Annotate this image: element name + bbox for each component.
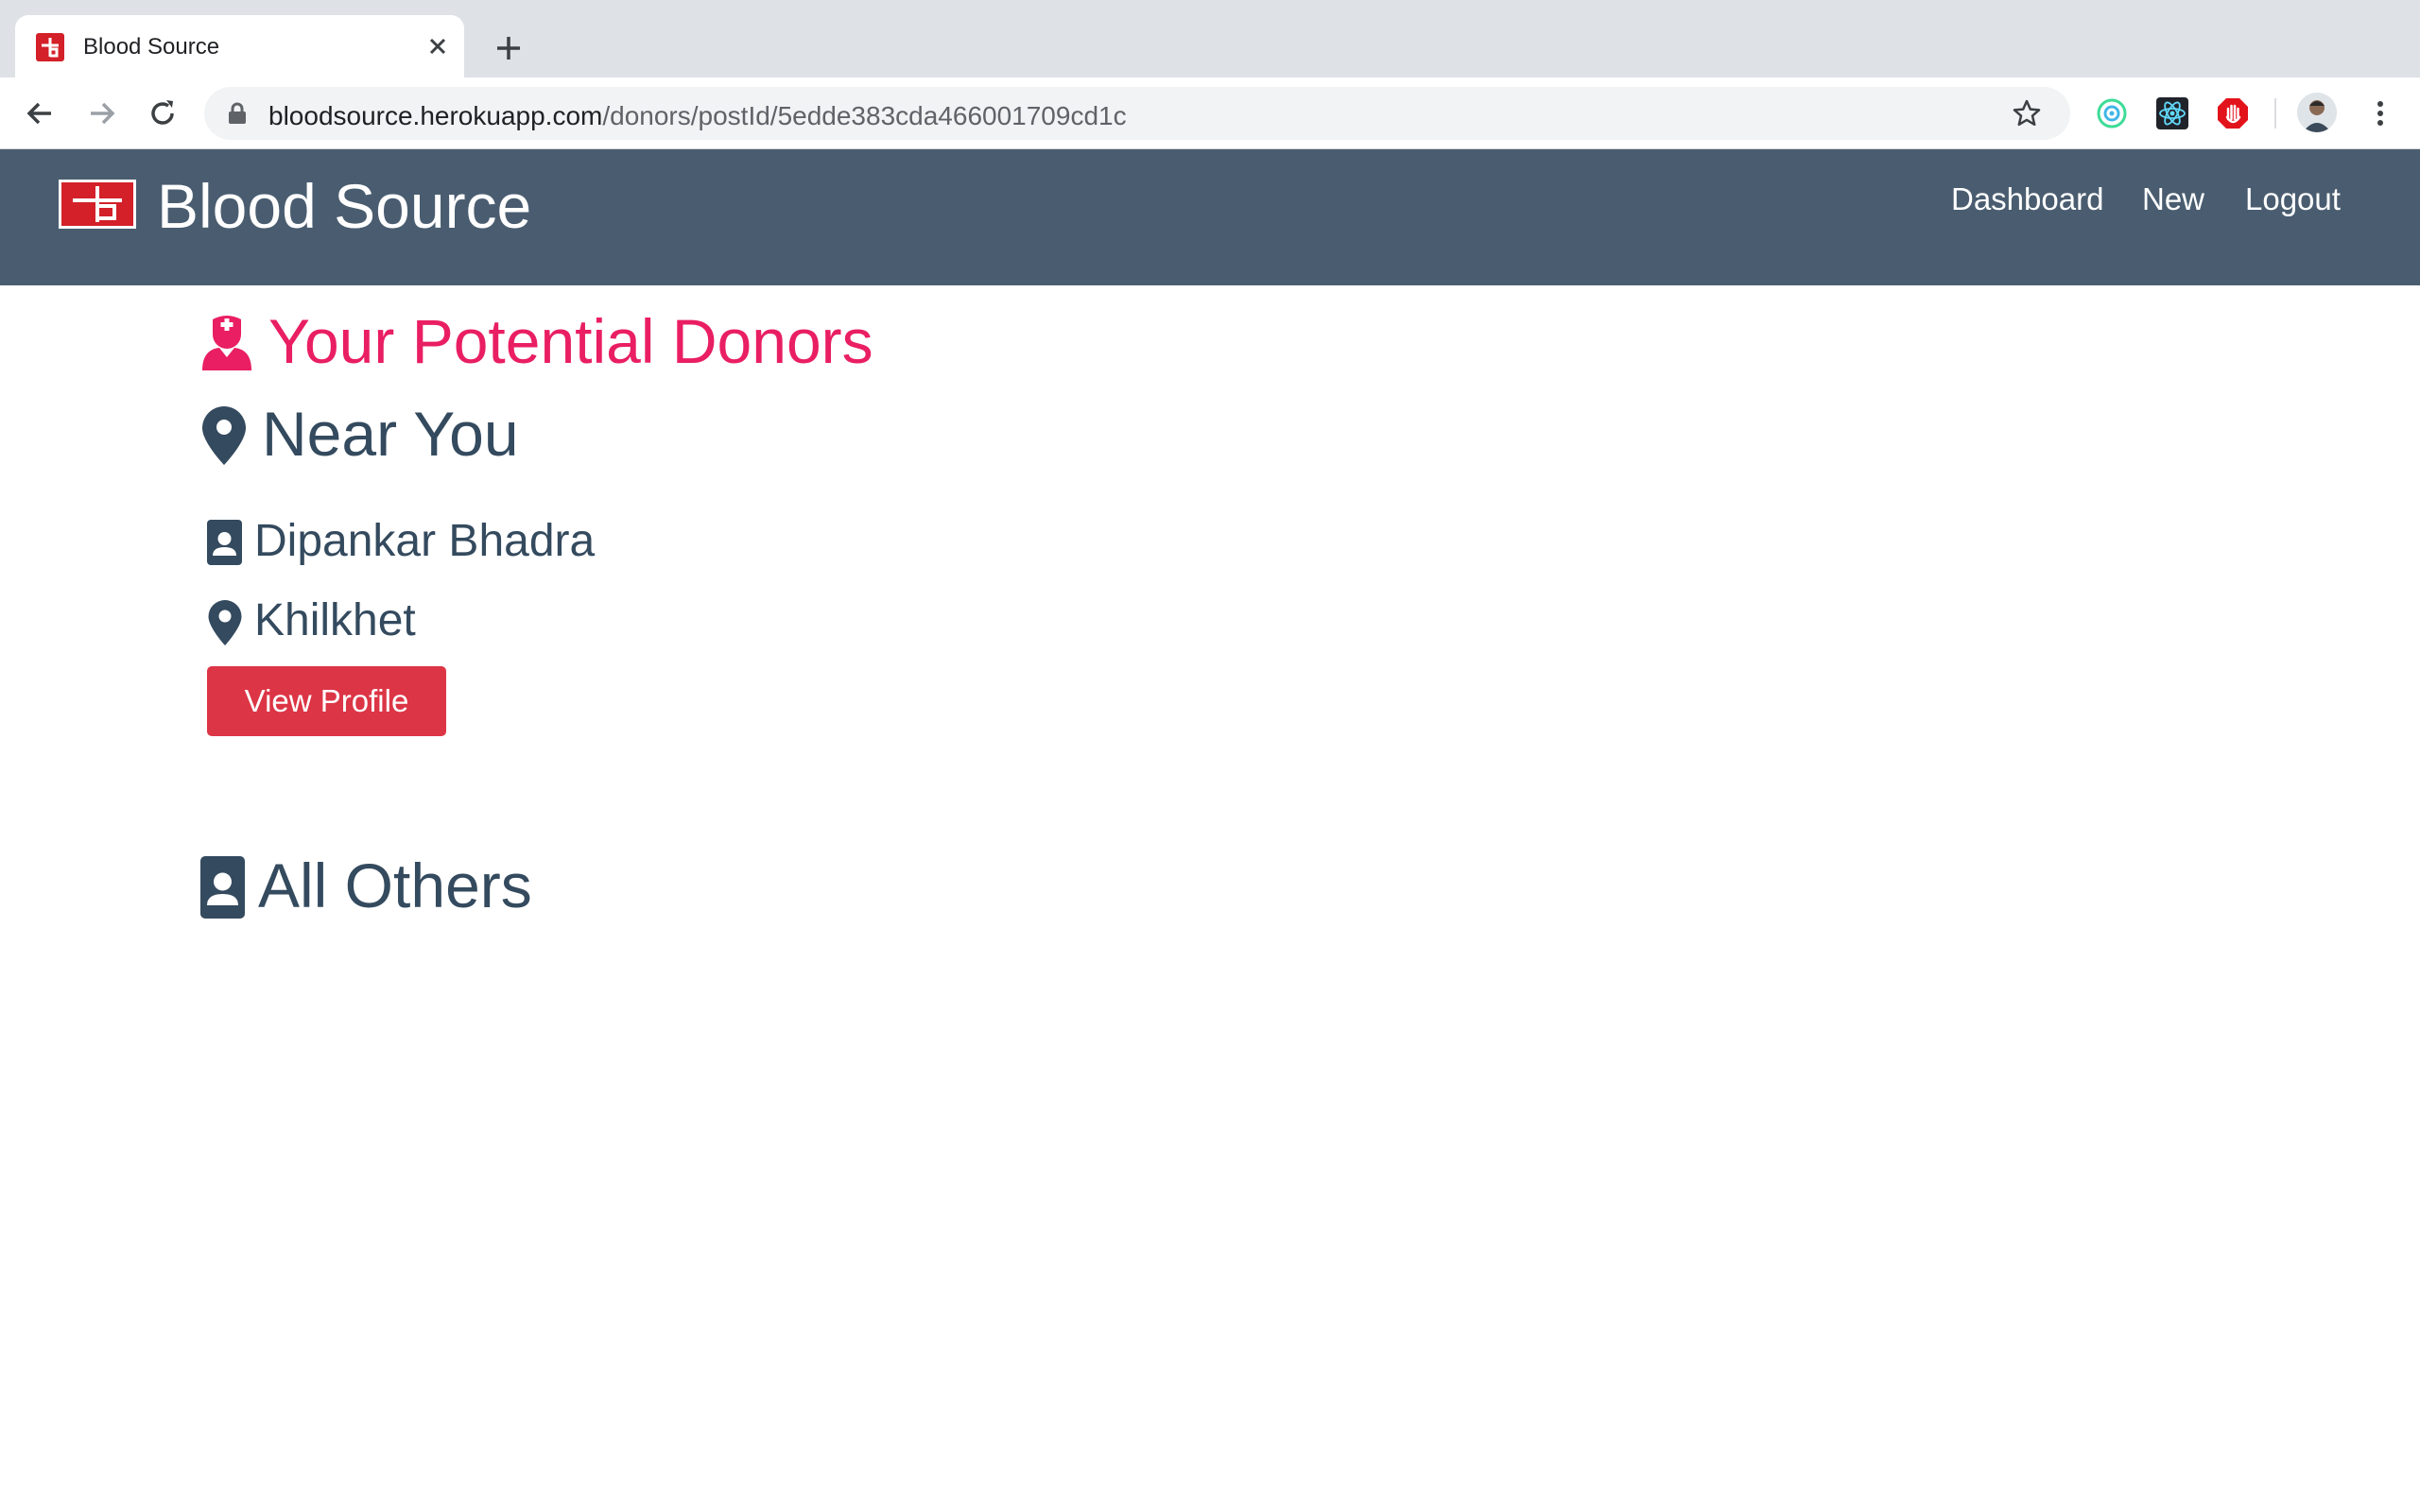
browser-tab-strip: Blood Source (0, 0, 2420, 77)
profile-avatar[interactable] (2297, 93, 2337, 132)
lock-icon (229, 102, 246, 124)
adblock-hand-icon[interactable] (2216, 96, 2250, 130)
browser-tab[interactable]: Blood Source (15, 15, 464, 77)
react-devtools-icon[interactable] (2155, 96, 2189, 130)
blood-source-logo-icon[interactable] (59, 180, 136, 229)
map-marker-icon (202, 406, 246, 465)
view-profile-button[interactable]: View Profile (207, 666, 446, 736)
page-title: Your Potential Donors (268, 306, 873, 376)
contact-card-icon (207, 520, 242, 565)
url-host: bloodsource.herokuapp.com (268, 101, 603, 130)
nav-link-dashboard[interactable]: Dashboard (1951, 181, 2103, 217)
reload-icon[interactable] (146, 96, 180, 130)
donor-name: Dipankar Bhadra (254, 516, 596, 566)
more-menu-icon[interactable] (2363, 96, 2397, 130)
all-others-heading: All Others (258, 850, 532, 920)
donor-location: Khilkhet (254, 595, 416, 645)
nav-link-logout[interactable]: Logout (2245, 181, 2341, 217)
avatar-person-icon (2297, 93, 2337, 132)
new-tab-icon[interactable] (492, 31, 526, 65)
extension-green-circle-icon[interactable] (2095, 96, 2129, 130)
brand-name[interactable]: Blood Source (157, 170, 531, 242)
doctor-icon (202, 316, 251, 370)
browser-toolbar: bloodsource.herokuapp.com/donors/postId/… (0, 77, 2420, 149)
tab-title: Blood Source (83, 34, 220, 60)
near-you-heading: Near You (262, 399, 519, 469)
toolbar-separator (2274, 98, 2276, 129)
address-bar[interactable]: bloodsource.herokuapp.com/donors/postId/… (204, 87, 2070, 140)
blood-source-favicon-icon (36, 33, 64, 61)
back-arrow-icon[interactable] (23, 96, 57, 130)
contact-card-icon (200, 856, 245, 919)
url-text: bloodsource.herokuapp.com/donors/postId/… (268, 101, 1127, 131)
nav-link-new[interactable]: New (2142, 181, 2204, 217)
bookmark-star-icon[interactable] (2012, 98, 2042, 129)
close-tab-icon[interactable] (424, 32, 452, 60)
url-path: /donors/postId/5edde383cda466001709cd1c (602, 101, 1127, 130)
app-navbar: Blood Source Dashboard New Logout (0, 149, 2420, 285)
location-marker-icon (208, 600, 242, 645)
forward-arrow-icon[interactable] (85, 96, 119, 130)
